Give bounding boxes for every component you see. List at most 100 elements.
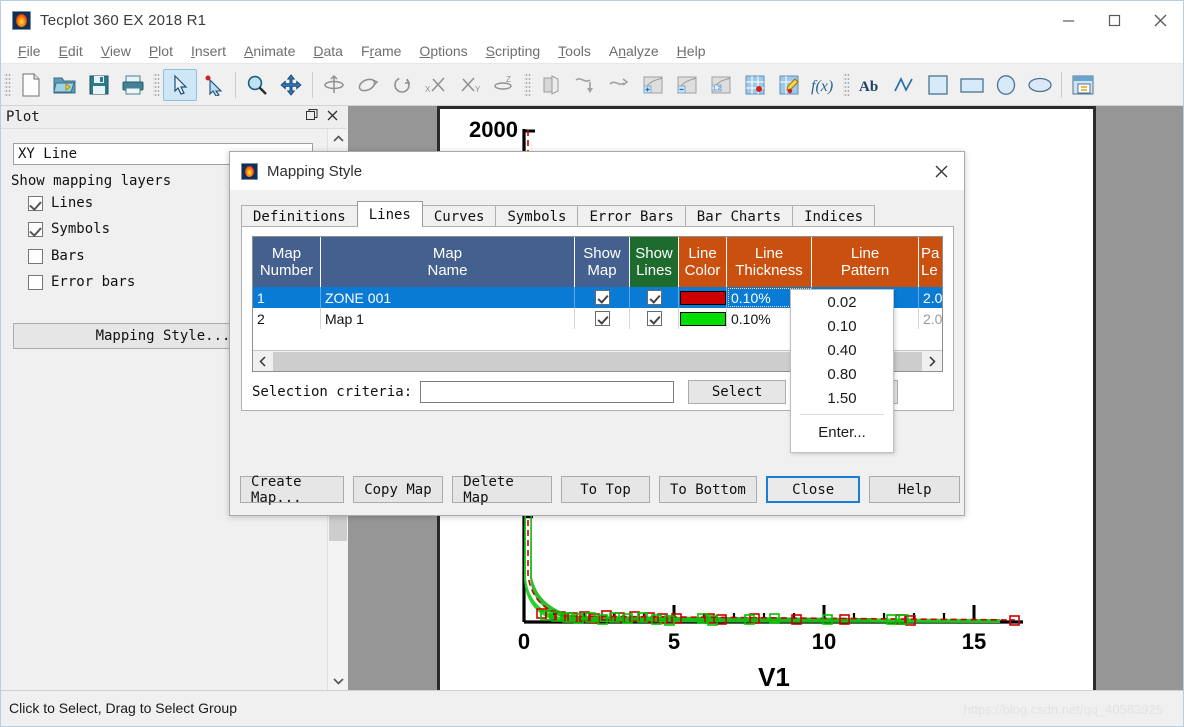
scroll-down-icon[interactable] — [328, 671, 348, 691]
tab-symbols[interactable]: Symbols — [495, 205, 579, 227]
menu-file[interactable]: File — [9, 41, 50, 61]
copy-map-button[interactable]: Copy Map — [352, 476, 444, 503]
cell-line-color[interactable] — [679, 287, 727, 308]
line-thickness-dropdown[interactable]: 0.02 0.10 0.40 0.80 1.50 Enter... — [790, 289, 894, 453]
cell-pattern-length[interactable]: 2.0 — [919, 287, 942, 308]
menu-view[interactable]: View — [92, 41, 140, 61]
cell-show-map[interactable] — [575, 287, 630, 308]
close-panel-icon[interactable] — [327, 108, 338, 126]
menu-animate[interactable]: Animate — [235, 41, 304, 61]
text-icon[interactable]: Ab — [853, 69, 887, 101]
zoom-icon[interactable] — [240, 69, 274, 101]
dropdown-item-2[interactable]: 0.40 — [791, 338, 893, 362]
contour-label-icon[interactable]: 1.2 — [704, 69, 738, 101]
menu-options[interactable]: Options — [410, 41, 476, 61]
column-header-line-pattern[interactable]: Line Pattern — [812, 237, 919, 287]
dialog-close-button[interactable] — [918, 152, 964, 190]
tab-lines[interactable]: Lines — [356, 201, 423, 227]
rotate-y-icon[interactable]: Y — [453, 69, 487, 101]
cell-map-number[interactable]: 1 — [253, 287, 321, 308]
create-map-button[interactable]: Create Map... — [240, 474, 344, 506]
cell-line-color[interactable] — [679, 308, 727, 329]
square-icon[interactable] — [921, 69, 955, 101]
polyline-icon[interactable] — [887, 69, 921, 101]
cell-map-name[interactable]: Map 1 — [321, 308, 575, 329]
menu-analyze[interactable]: Analyze — [600, 41, 668, 61]
selection-criteria-input[interactable] — [420, 381, 675, 403]
column-header-line-thickness[interactable]: Line Thickness — [727, 237, 812, 287]
slice-icon[interactable] — [534, 69, 568, 101]
equation-icon[interactable]: f(x) — [806, 69, 840, 101]
scroll-up-icon[interactable] — [328, 129, 348, 149]
checkbox-show-map-icon[interactable] — [594, 290, 610, 305]
rotate-roller-icon[interactable] — [351, 69, 385, 101]
toolbar-grip[interactable] — [4, 71, 11, 98]
layer-checkbox-bars[interactable]: Bars — [28, 248, 85, 264]
ellipse-icon[interactable] — [1023, 69, 1057, 101]
dropdown-item-0[interactable]: 0.02 — [791, 290, 893, 314]
print-icon[interactable] — [116, 69, 150, 101]
menu-data[interactable]: Data — [304, 41, 352, 61]
checkbox-lines-icon[interactable] — [28, 195, 43, 211]
select-arrow-icon[interactable] — [163, 68, 197, 101]
rotate-z-icon[interactable]: Z — [487, 69, 521, 101]
cell-pattern-length[interactable]: 2.0 — [919, 308, 942, 329]
column-header-line-color[interactable]: Line Color — [679, 237, 727, 287]
streamtrace-icon[interactable] — [568, 69, 602, 101]
maximize-button[interactable] — [1091, 1, 1137, 39]
cell-map-number[interactable]: 2 — [253, 308, 321, 329]
frame-icon[interactable] — [1066, 69, 1100, 101]
column-header-show-map[interactable]: Show Map — [575, 237, 630, 287]
minimize-button[interactable] — [1045, 1, 1091, 39]
help-button[interactable]: Help — [869, 476, 960, 503]
close-button[interactable]: Close — [765, 476, 861, 503]
frame-new-icon[interactable] — [772, 69, 806, 101]
chevron-left-icon[interactable] — [253, 352, 273, 371]
rotate-spherical-icon[interactable] — [317, 69, 351, 101]
extract-points-icon[interactable] — [738, 69, 772, 101]
color-swatch-green[interactable] — [679, 311, 726, 326]
tab-bar-charts[interactable]: Bar Charts — [684, 205, 794, 227]
cell-show-lines[interactable] — [630, 308, 679, 329]
menu-insert[interactable]: Insert — [182, 41, 235, 61]
checkbox-show-map-icon[interactable] — [594, 311, 610, 326]
tab-indices[interactable]: Indices — [792, 205, 876, 227]
menu-help[interactable]: Help — [668, 41, 715, 61]
column-header-pattern-length[interactable]: Pa Le — [919, 237, 942, 287]
rotate-twist-icon[interactable] — [385, 69, 419, 101]
rotate-x-icon[interactable]: X — [419, 69, 453, 101]
layer-checkbox-error-bars[interactable]: Error bars — [28, 274, 135, 290]
dropdown-item-4[interactable]: 1.50 — [791, 386, 893, 410]
dropdown-item-1[interactable]: 0.10 — [791, 314, 893, 338]
close-button[interactable] — [1137, 1, 1183, 39]
to-bottom-button[interactable]: To Bottom — [658, 476, 757, 503]
menu-scripting[interactable]: Scripting — [477, 41, 549, 61]
column-header-map-number[interactable]: Map Number — [253, 237, 321, 287]
menu-tools[interactable]: Tools — [549, 41, 600, 61]
save-file-icon[interactable] — [82, 69, 116, 101]
layer-checkbox-symbols[interactable]: Symbols — [28, 221, 110, 237]
float-panel-icon[interactable] — [306, 108, 318, 126]
toolbar-grip-3[interactable] — [524, 71, 531, 98]
cell-show-lines[interactable] — [630, 287, 679, 308]
column-header-map-name[interactable]: Map Name — [321, 237, 575, 287]
checkbox-symbols-icon[interactable] — [28, 221, 43, 237]
pan-icon[interactable] — [274, 69, 308, 101]
tab-definitions[interactable]: Definitions — [241, 205, 358, 227]
adjust-arrow-icon[interactable] — [197, 69, 231, 101]
streamtrace-rake-icon[interactable] — [602, 69, 636, 101]
cell-map-name[interactable]: ZONE 001 — [321, 287, 575, 308]
layer-checkbox-lines[interactable]: Lines — [28, 195, 93, 211]
column-header-show-lines[interactable]: Show Lines — [630, 237, 679, 287]
checkbox-show-lines-icon[interactable] — [646, 290, 662, 305]
menu-frame[interactable]: Frame — [352, 41, 410, 61]
toolbar-grip-4[interactable] — [843, 71, 850, 98]
rectangle-icon[interactable] — [955, 69, 989, 101]
menu-plot[interactable]: Plot — [140, 41, 182, 61]
toolbar-grip-2[interactable] — [153, 71, 160, 98]
to-top-button[interactable]: To Top — [561, 476, 650, 503]
menu-edit[interactable]: Edit — [50, 41, 92, 61]
tab-curves[interactable]: Curves — [421, 205, 497, 227]
delete-map-button[interactable]: Delete Map — [452, 474, 553, 506]
cell-show-map[interactable] — [575, 308, 630, 329]
